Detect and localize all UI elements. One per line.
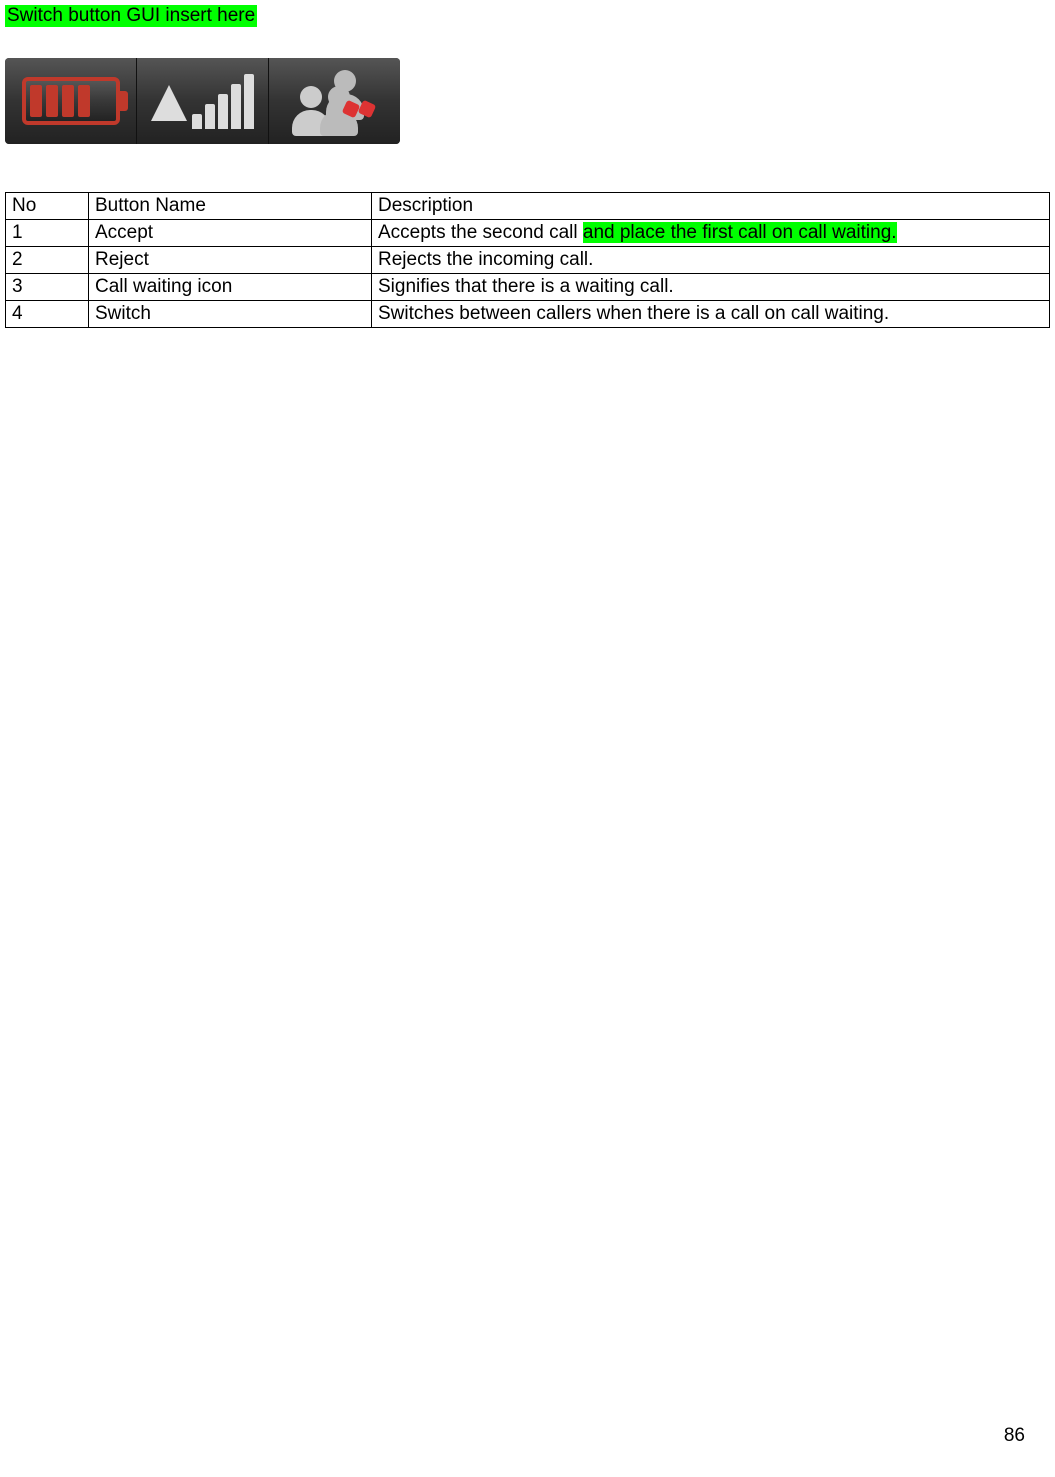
cell-description: Rejects the incoming call. xyxy=(372,247,1050,274)
call-waiting-icon xyxy=(290,66,380,136)
desc-prefix: Accepts the second call xyxy=(378,222,583,243)
cell-description: Accepts the second call and place the fi… xyxy=(372,220,1050,247)
signal-icon xyxy=(151,74,254,129)
cell-button-name: Reject xyxy=(89,247,372,274)
button-table: No Button Name Description 1 Accept Acce… xyxy=(5,192,1050,328)
table-row: 2 Reject Rejects the incoming call. xyxy=(6,247,1050,274)
table-row: 1 Accept Accepts the second call and pla… xyxy=(6,220,1050,247)
battery-icon xyxy=(22,77,120,125)
cell-button-name: Call waiting icon xyxy=(89,274,372,301)
cell-button-name: Accept xyxy=(89,220,372,247)
header-button-name: Button Name xyxy=(89,193,372,220)
signal-panel xyxy=(137,58,269,144)
cell-no: 4 xyxy=(6,301,89,328)
cell-button-name: Switch xyxy=(89,301,372,328)
table-header-row: No Button Name Description xyxy=(6,193,1050,220)
cell-description: Signifies that there is a waiting call. xyxy=(372,274,1050,301)
phone-badge-icon xyxy=(344,102,374,128)
table-row: 4 Switch Switches between callers when t… xyxy=(6,301,1050,328)
page-number: 86 xyxy=(1004,1425,1025,1447)
cell-no: 3 xyxy=(6,274,89,301)
header-note: Switch button GUI insert here xyxy=(5,5,257,27)
header-description: Description xyxy=(372,193,1050,220)
battery-panel xyxy=(5,58,137,144)
header-no: No xyxy=(6,193,89,220)
table-row: 3 Call waiting icon Signifies that there… xyxy=(6,274,1050,301)
cell-no: 1 xyxy=(6,220,89,247)
desc-highlight: and place the first call on call waiting… xyxy=(583,222,897,243)
cell-description: Switches between callers when there is a… xyxy=(372,301,1050,328)
cell-no: 2 xyxy=(6,247,89,274)
gui-image-strip xyxy=(5,58,400,144)
call-waiting-panel xyxy=(269,58,400,144)
